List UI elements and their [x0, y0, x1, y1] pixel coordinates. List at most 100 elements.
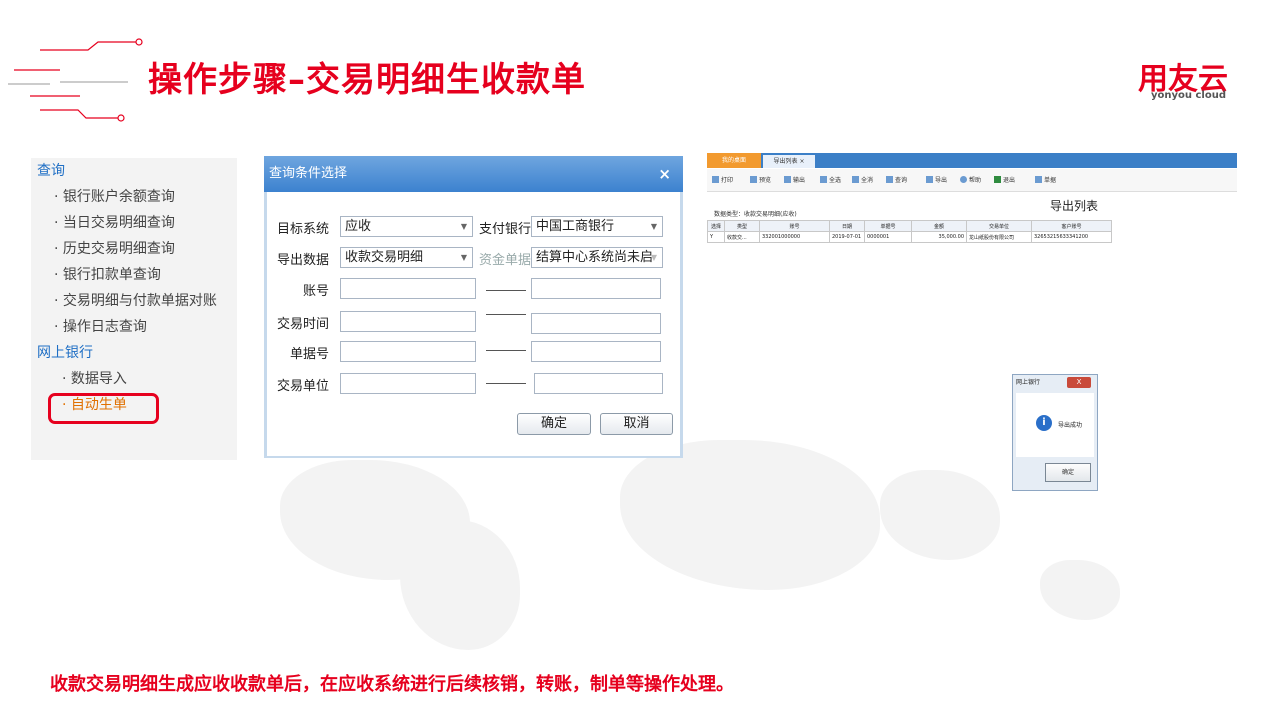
toolbar-deselect-button[interactable]: 全消: [852, 175, 873, 184]
toolbar-doc-button[interactable]: 单据: [1035, 175, 1056, 184]
map-shape: [400, 520, 520, 650]
column-header: 日期: [829, 220, 865, 232]
toolbar-select-all-button[interactable]: 全选: [820, 175, 841, 184]
table-cell: 332001000000: [759, 231, 830, 243]
toolbar-label: 查询: [895, 177, 908, 184]
toolbar-preview-button[interactable]: 预览: [750, 175, 771, 184]
toolbar-label: 打印: [721, 177, 734, 184]
dropdown-arrow-icon: ▼: [460, 222, 467, 231]
select-all-icon: [820, 176, 827, 183]
message-ok-button[interactable]: 确定: [1045, 463, 1091, 482]
toolbar-exit-button[interactable]: 退出: [994, 175, 1015, 184]
table-header-row: 选择 类型 账号 日期 单据号 金额 交易单位 客户账号: [707, 220, 1112, 232]
help-icon: [960, 176, 967, 183]
map-shape: [880, 470, 1000, 560]
trade-time-to-input[interactable]: [531, 313, 661, 334]
menu-item-label: 历史交易明细查询: [62, 241, 175, 257]
dialog-title: 查询条件选择: [269, 166, 348, 181]
menu-category-online-bank[interactable]: 网上银行: [31, 340, 237, 366]
toolbar-label: 退出: [1003, 177, 1016, 184]
column-header: 客户账号: [1031, 220, 1112, 232]
target-system-select[interactable]: 应收 ▼: [340, 216, 473, 237]
menu-item[interactable]: · 历史交易明细查询: [31, 236, 237, 262]
trade-time-label: 交易时间: [277, 317, 330, 332]
column-header: 类型: [724, 220, 760, 232]
menu-item[interactable]: · 银行账户余额查询: [31, 184, 237, 210]
toolbar-label: 输出: [793, 177, 806, 184]
close-icon[interactable]: ×: [658, 156, 671, 192]
table-row[interactable]: Y 收款交... 332001000000 2019-07-01 0000001…: [707, 231, 1112, 243]
table-cell[interactable]: Y: [707, 231, 725, 243]
toolbar-query-button[interactable]: 查询: [886, 175, 907, 184]
fund-doc-label: 资金单据: [479, 253, 532, 268]
cancel-button[interactable]: 取消: [600, 413, 673, 435]
trade-unit-label: 交易单位: [277, 379, 330, 394]
query-dialog: 查询条件选择 × 目标系统 应收 ▼ 支付银行 中国工商银行 ▼ 导出数据 收款交易…: [264, 156, 683, 458]
map-shape: [1040, 560, 1120, 620]
toolbar-label: 全选: [829, 177, 842, 184]
menu-item-label: 当日交易明细查询: [62, 215, 175, 231]
column-header: 选择: [707, 220, 725, 232]
doc-no-to-input[interactable]: [531, 341, 661, 362]
export-table: 选择 类型 账号 日期 单据号 金额 交易单位 客户账号 Y 收款交... 33…: [707, 220, 1112, 243]
table-cell: 0000001: [864, 231, 912, 243]
trade-unit-to-input[interactable]: [534, 373, 663, 394]
toolbar-label: 单据: [1044, 177, 1057, 184]
toolbar-help-button[interactable]: 帮助: [960, 175, 981, 184]
query-icon: [886, 176, 893, 183]
tab-export-list[interactable]: 导出列表 ×: [763, 155, 815, 168]
document-icon: [1035, 176, 1042, 183]
info-icon: i: [1036, 415, 1052, 431]
message-text: 导出成功: [1058, 422, 1083, 429]
target-system-label: 目标系统: [277, 222, 330, 237]
export-icon: [926, 176, 933, 183]
doc-no-from-input[interactable]: [340, 341, 476, 362]
close-icon[interactable]: X: [1067, 377, 1091, 388]
menu-category-query[interactable]: 查询: [31, 158, 237, 184]
target-system-value: 应收: [345, 219, 372, 234]
output-icon: [784, 176, 791, 183]
decorative-lines: [8, 38, 143, 122]
column-header: 金额: [911, 220, 967, 232]
page-title: 操作步骤–交易明细生收款单: [148, 60, 586, 100]
pay-bank-label: 支付银行: [479, 222, 532, 237]
column-header: 单据号: [864, 220, 912, 232]
toolbar-output-button[interactable]: 输出: [784, 175, 805, 184]
export-data-label: 导出数据: [277, 253, 330, 268]
menu-item-label: 交易明细与付款单据对账: [62, 293, 217, 309]
menu-item[interactable]: · 当日交易明细查询: [31, 210, 237, 236]
pay-bank-select[interactable]: 中国工商银行 ▼: [531, 216, 663, 237]
ok-button[interactable]: 确定: [517, 413, 591, 435]
account-from-input[interactable]: [340, 278, 476, 299]
toolbar-label: 帮助: [969, 177, 982, 184]
table-cell: 32653215633341200: [1031, 231, 1112, 243]
account-to-input[interactable]: [531, 278, 661, 299]
table-cell: 35,000.00: [911, 231, 967, 243]
trade-time-from-input[interactable]: [340, 311, 476, 332]
menu-item[interactable]: · 交易明细与付款单据对账: [31, 288, 237, 314]
column-header: 账号: [759, 220, 830, 232]
export-data-select[interactable]: 收款交易明细 ▼: [340, 247, 473, 268]
dropdown-arrow-icon: ▼: [460, 253, 467, 262]
tab-desktop[interactable]: 我的桌面: [707, 153, 761, 168]
menu-item-data-import[interactable]: · 数据导入: [31, 366, 237, 392]
menu-item[interactable]: · 银行扣款单查询: [31, 262, 237, 288]
menu-item[interactable]: · 操作日志查询: [31, 314, 237, 340]
toolbar-label: 导出: [935, 177, 948, 184]
table-cell: 收款交...: [724, 231, 760, 243]
column-header: 交易单位: [966, 220, 1032, 232]
menu-item-label: 银行账户余额查询: [62, 189, 175, 205]
dropdown-arrow-icon: ▼: [650, 253, 657, 262]
pay-bank-value: 中国工商银行: [536, 219, 615, 234]
menu-item-label: 数据导入: [70, 371, 127, 387]
print-icon: [712, 176, 719, 183]
toolbar-export-button[interactable]: 导出: [926, 175, 947, 184]
toolbar-label: 全消: [861, 177, 874, 184]
fund-doc-select[interactable]: 结算中心系统尚未启 ▼: [531, 247, 663, 268]
trade-unit-from-input[interactable]: [340, 373, 476, 394]
toolbar-print-button[interactable]: 打印: [712, 175, 733, 184]
highlight-box: [48, 393, 159, 424]
range-separator: [486, 290, 526, 291]
menu-item-label: 操作日志查询: [62, 319, 147, 335]
table-cell: 2019-07-01: [829, 231, 865, 243]
